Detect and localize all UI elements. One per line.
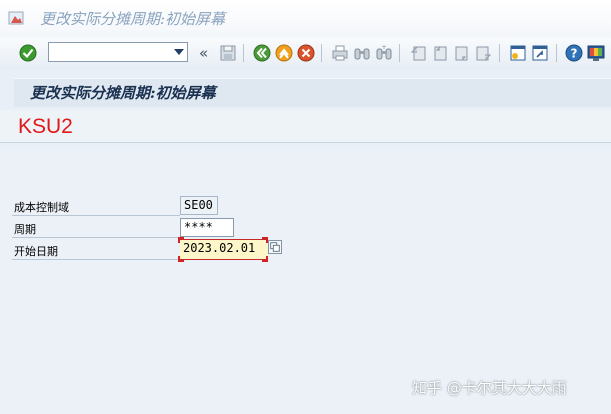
transaction-code: KSU2 xyxy=(18,115,73,138)
svg-text:?: ? xyxy=(571,47,578,61)
cycle-label: 周期 xyxy=(14,223,36,236)
command-field[interactable] xyxy=(48,42,188,62)
find-icon[interactable] xyxy=(352,43,372,63)
value-help-icon[interactable] xyxy=(268,240,282,254)
screen-title: 更改实际分摊周期:初始屏幕 xyxy=(30,84,216,102)
sap-window-icon[interactable] xyxy=(8,10,24,26)
print-icon[interactable] xyxy=(330,43,350,63)
tcode-bar: KSU2 xyxy=(0,110,611,143)
save-icon[interactable] xyxy=(218,43,238,63)
layout-menu-icon[interactable] xyxy=(586,43,606,63)
start-date-label: 开始日期 xyxy=(14,245,58,258)
title-bar: 更改实际分摊周期:初始屏幕 xyxy=(0,0,611,39)
previous-page-icon[interactable] xyxy=(430,43,450,63)
required-marker xyxy=(262,256,268,262)
label-underline xyxy=(12,237,180,238)
toolbar-separator xyxy=(243,44,244,62)
find-next-icon[interactable]: + xyxy=(374,43,394,63)
screen-title-bar: 更改实际分摊周期:初始屏幕 xyxy=(14,78,611,107)
first-page-icon[interactable] xyxy=(408,43,428,63)
next-page-icon[interactable] xyxy=(452,43,472,63)
required-marker xyxy=(178,256,184,262)
back-icon[interactable] xyxy=(252,43,272,63)
toolbar-separator xyxy=(499,44,500,62)
cancel-icon[interactable] xyxy=(296,43,316,63)
help-icon[interactable]: ? xyxy=(564,43,584,63)
label-underline xyxy=(12,259,180,260)
controlling-area-label: 成本控制域 xyxy=(14,201,69,214)
watermark: 知乎 @卡尔其大大大雨 xyxy=(412,379,567,397)
create-session-icon[interactable] xyxy=(508,43,528,63)
required-marker xyxy=(178,237,184,243)
shortcut-icon[interactable] xyxy=(530,43,550,63)
last-page-icon[interactable] xyxy=(474,43,494,63)
controlling-area-field: SE00 xyxy=(180,196,218,215)
toolbar-separator xyxy=(399,44,400,62)
window-title: 更改实际分摊周期:初始屏幕 xyxy=(40,10,226,28)
collapse-chevron-icon[interactable]: « xyxy=(199,44,208,62)
cycle-input[interactable]: **** xyxy=(180,218,234,237)
standard-toolbar: « + ? xyxy=(0,38,611,71)
exit-icon[interactable] xyxy=(274,43,294,63)
start-date-input[interactable]: 2023.02.01 xyxy=(180,239,268,260)
enter-check-icon[interactable] xyxy=(18,43,38,63)
command-dropdown-icon[interactable] xyxy=(174,49,184,55)
svg-text:+: + xyxy=(381,44,386,51)
toolbar-separator xyxy=(321,44,322,62)
label-underline xyxy=(12,215,180,216)
toolbar-separator xyxy=(556,44,557,62)
